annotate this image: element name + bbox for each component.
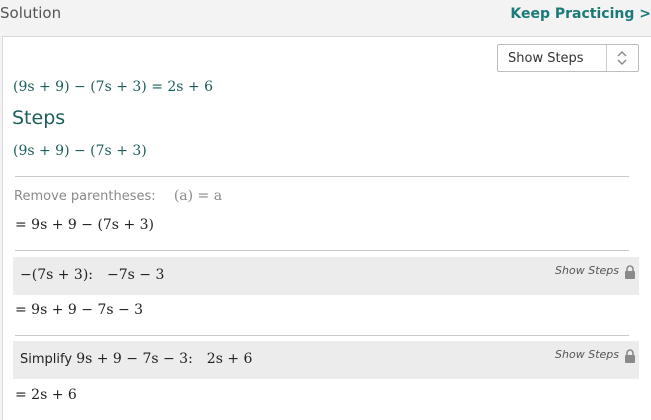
main-equation-minus: −	[69, 79, 91, 95]
rule-hint: Remove parentheses: (a) = a	[14, 188, 222, 204]
lock-icon	[625, 349, 635, 363]
step-box-1-content: −(7s + 3): −7s − 3	[20, 267, 164, 283]
rule-formula: (a) = a	[173, 188, 223, 204]
select-divider	[606, 45, 607, 71]
step-box-1-expr: −(7s + 3):	[20, 267, 94, 283]
rule-label: Remove parentheses:	[14, 189, 156, 204]
step-box-2-label: Simplify	[20, 352, 77, 367]
step-box-2-content: Simplify 9s + 9 − 7s − 3: 2s + 6	[20, 351, 252, 367]
solution-title: Solution	[0, 4, 62, 22]
divider	[15, 176, 629, 177]
step-result-3: = 2s + 6	[15, 387, 77, 403]
select-value: Show Steps	[508, 51, 584, 66]
up-down-arrows-icon	[617, 51, 627, 65]
main-equation-lhs-b: (7s + 3)	[90, 79, 147, 95]
keep-practicing-link[interactable]: Keep Practicing >	[510, 6, 651, 22]
step-box-2-expr: 9s + 9 − 7s − 3:	[76, 351, 193, 367]
step-box-1[interactable]: −(7s + 3): −7s − 3 Show Steps	[13, 257, 639, 295]
show-steps-link[interactable]: Show Steps	[555, 348, 619, 361]
show-steps-select[interactable]: Show Steps	[497, 44, 639, 72]
steps-heading: Steps	[12, 107, 66, 129]
lock-icon	[625, 265, 635, 279]
main-equation: (9s + 9) − (7s + 3) = 2s + 6	[13, 79, 213, 95]
step-result-1: = 9s + 9 − (7s + 3)	[15, 217, 154, 233]
divider	[15, 250, 629, 251]
step-box-2-result: 2s + 6	[206, 351, 253, 367]
step-result-2: = 9s + 9 − 7s − 3	[15, 302, 144, 318]
step-box-2[interactable]: Simplify 9s + 9 − 7s − 3: 2s + 6 Show Ste…	[13, 341, 639, 379]
divider	[15, 335, 629, 336]
main-equation-rhs: = 2s + 6	[146, 79, 214, 95]
step-box-1-result: −7s − 3	[107, 267, 165, 283]
steps-expression: (9s + 9) − (7s + 3)	[13, 143, 147, 159]
show-steps-link[interactable]: Show Steps	[555, 264, 619, 277]
main-equation-lhs-a: (9s + 9)	[13, 79, 70, 95]
solution-panel: Show Steps (9s + 9) − (7s + 3) = 2s + 6 …	[2, 36, 651, 420]
